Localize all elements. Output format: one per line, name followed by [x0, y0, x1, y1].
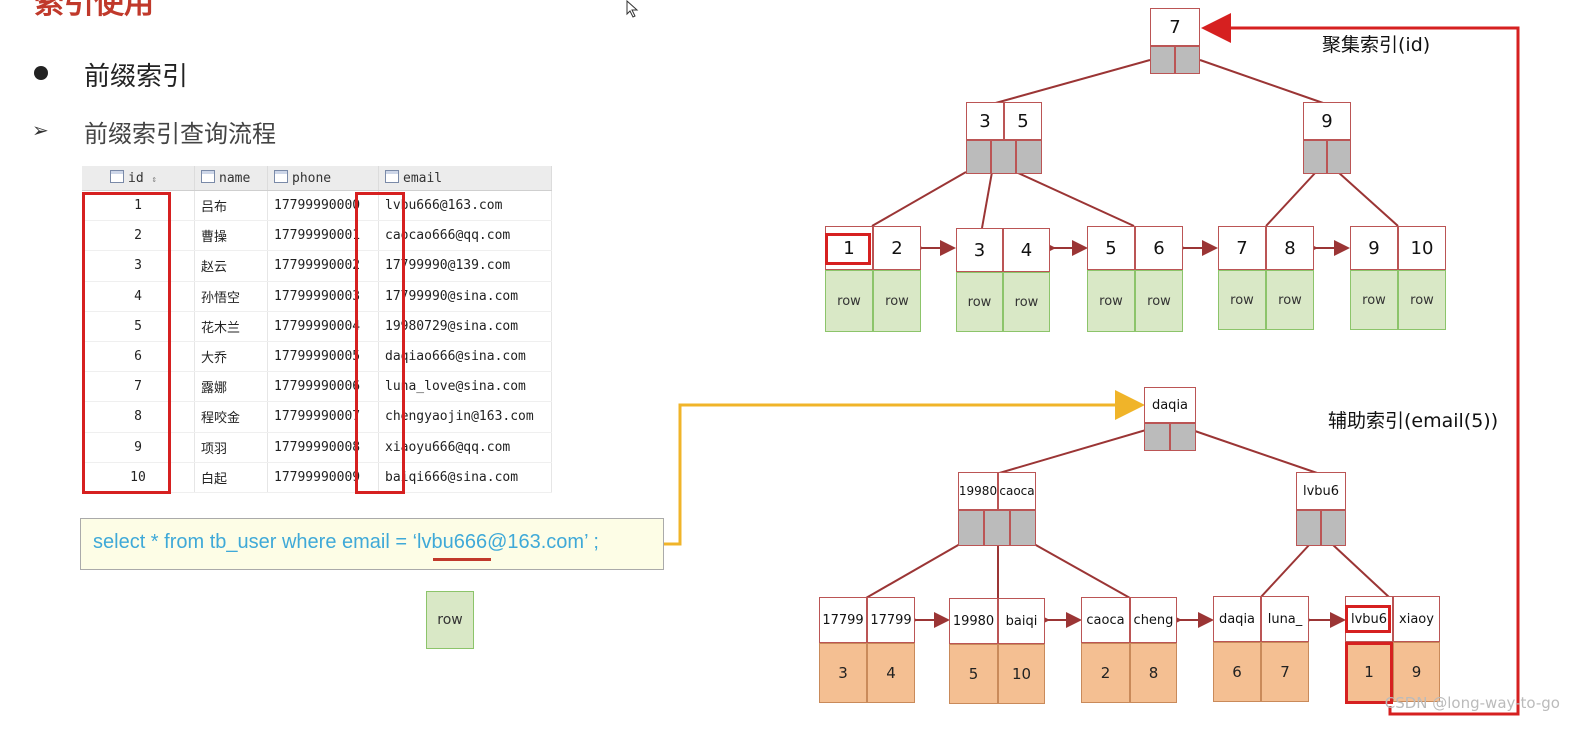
- pointer-cell: [1016, 140, 1042, 174]
- pointer-cell: [1321, 510, 1346, 546]
- pointer-cell: [958, 510, 984, 546]
- primary-key-block: 9: [1393, 642, 1440, 702]
- primary-key-block: 10: [998, 644, 1045, 704]
- secondary-leaf-key: xiaoy: [1393, 596, 1440, 642]
- pointer-cell: [991, 140, 1016, 174]
- pointer-cell: [1170, 423, 1196, 451]
- secondary-mid-key: lvbu6: [1296, 472, 1346, 510]
- primary-key-block: 5: [949, 644, 998, 704]
- primary-key-block: 8: [1130, 643, 1177, 703]
- secondary-mid-key: 19980: [958, 472, 998, 510]
- clustered-leaf-key: 8: [1266, 226, 1314, 270]
- clustered-leaf-key: 6: [1135, 226, 1183, 270]
- clustered-mid-key: 9: [1303, 102, 1351, 140]
- secondary-mid-key: caoca: [998, 472, 1036, 510]
- secondary-leaf-key: cheng: [1130, 597, 1177, 643]
- row-data-block: row: [1266, 270, 1314, 330]
- primary-key-block: 7: [1261, 642, 1309, 702]
- clustered-mid-key: 3: [966, 102, 1004, 140]
- clustered-leaf-key: 10: [1398, 226, 1446, 270]
- clustered-leaf-key: 5: [1087, 226, 1135, 270]
- secondary-leaf-key: caoca: [1081, 597, 1130, 643]
- pointer-cell: [1327, 140, 1351, 174]
- secondary-leaf-key: 17799: [867, 597, 915, 643]
- row-data-block: row: [1135, 270, 1183, 332]
- pointer-cell: [966, 140, 991, 174]
- row-data-block: row: [873, 270, 921, 332]
- clustered-root-key: 7: [1150, 8, 1200, 46]
- pointer-cell: [1303, 140, 1327, 174]
- mouse-cursor-icon: [626, 0, 639, 18]
- watermark: CSDN @long-way-to-go: [1384, 694, 1560, 712]
- pointer-cell: [1144, 423, 1170, 451]
- secondary-leaf-key: daqia: [1213, 596, 1261, 642]
- row-data-block: row: [1350, 270, 1398, 330]
- primary-key-block: 6: [1213, 642, 1261, 702]
- clustered-mid-key: 5: [1004, 102, 1042, 140]
- secondary-leaf-key: baiqi: [998, 598, 1045, 644]
- pointer-cell: [1010, 510, 1036, 546]
- pointer-cell: [1296, 510, 1321, 546]
- clustered-leaf-key: 3: [956, 228, 1003, 272]
- primary-key-block: 3: [819, 643, 867, 703]
- clustered-leaf-key: 9: [1350, 226, 1398, 270]
- secondary-leaf-key: 17799: [819, 597, 867, 643]
- match-highlight: [1345, 605, 1391, 633]
- primary-key-block: 2: [1081, 643, 1130, 703]
- pointer-cell: [1150, 46, 1175, 74]
- secondary-index-label: 辅助索引(email(5)): [1328, 410, 1499, 432]
- row-data-block: row: [825, 270, 873, 332]
- row-data-block: row: [956, 272, 1003, 332]
- row-data-block: row: [1398, 270, 1446, 330]
- clustered-index-label: 聚集索引(id): [1322, 34, 1431, 56]
- row-data-block: row: [1218, 270, 1266, 330]
- row-data-block: row: [1087, 270, 1135, 332]
- clustered-leaf-key: 2: [873, 226, 921, 270]
- secondary-leaf-key: luna_: [1261, 596, 1309, 642]
- pointer-cell: [1175, 46, 1200, 74]
- match-highlight: [825, 233, 871, 265]
- clustered-leaf-key: 4: [1003, 228, 1050, 272]
- row-data-block: row: [1003, 272, 1050, 332]
- pointer-cell: [984, 510, 1010, 546]
- primary-key-block: 4: [867, 643, 915, 703]
- secondary-leaf-key: 19980: [949, 598, 998, 644]
- clustered-leaf-key: 7: [1218, 226, 1266, 270]
- secondary-root-key: daqia: [1144, 387, 1196, 423]
